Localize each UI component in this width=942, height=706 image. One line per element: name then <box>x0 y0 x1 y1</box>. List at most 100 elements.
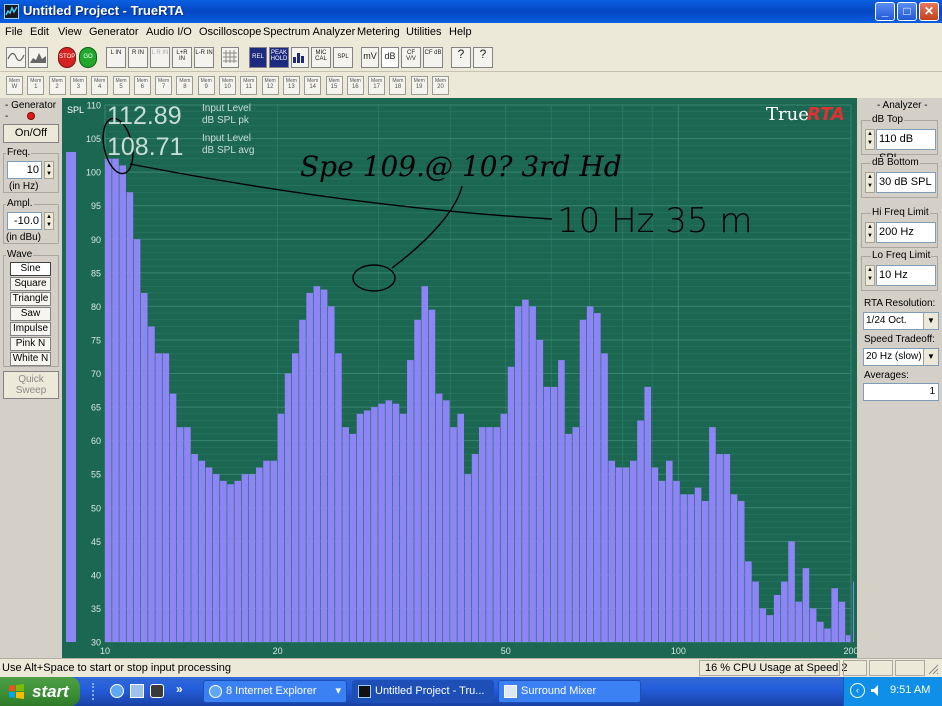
chevron-left-icon[interactable]: ‹ <box>850 683 865 698</box>
memory-button-18[interactable]: Mem 18 <box>389 76 407 95</box>
ampl-spinner[interactable]: ▲ ▼ <box>44 212 54 230</box>
spectrum-chart[interactable]: 30 35 40 45 50 55 60 65 70 75 80 85 90 95 100 105 110 10… <box>62 98 857 658</box>
wave-impulse-button[interactable]: Impulse <box>10 322 51 336</box>
db-top-input[interactable]: 110 dB SPL <box>876 129 936 164</box>
grid-button[interactable] <box>221 47 239 68</box>
title-bar[interactable]: Untitled Project - TrueRTA _ □ ✕ <box>0 0 942 23</box>
task-internet-explorer[interactable]: 8 Internet Explorer ▾ <box>203 680 347 703</box>
menu-help[interactable]: Help <box>449 26 472 38</box>
freq-spinner[interactable]: ▲ ▼ <box>44 161 54 179</box>
cf-db-button[interactable]: CF dB <box>423 47 443 68</box>
mv-units-button[interactable]: mV <box>361 47 379 68</box>
generator-on-off-button[interactable]: On/Off <box>3 124 59 143</box>
go-button[interactable]: GO <box>79 47 97 68</box>
menu-metering[interactable]: Metering <box>357 26 400 38</box>
wave-sine-button[interactable]: Sine <box>10 262 51 276</box>
task-truerta[interactable]: Untitled Project - Tru... <box>352 680 494 703</box>
resize-grip-icon[interactable] <box>928 664 939 675</box>
spectrum-view-button[interactable] <box>28 47 48 68</box>
start-button[interactable]: start <box>0 677 80 706</box>
task-surround-mixer[interactable]: Surround Mixer <box>498 680 641 703</box>
memory-button-2[interactable]: Mem 2 <box>48 76 66 95</box>
ie-quicklaunch-icon[interactable] <box>110 684 124 698</box>
memory-button-9[interactable]: Mem 9 <box>197 76 215 95</box>
cf-vv-button[interactable]: CF V/V <box>401 47 421 68</box>
memory-button-16[interactable]: Mem 16 <box>346 76 364 95</box>
menu-spectrum-analyzer[interactable]: Spectrum Analyzer <box>263 26 355 38</box>
lo-freq-input[interactable]: 10 Hz <box>876 265 936 286</box>
db-bottom-spinner[interactable]: ▲ ▼ <box>865 172 875 193</box>
lo-freq-spinner[interactable]: ▲ ▼ <box>865 265 875 286</box>
memory-button-20[interactable]: Mem 20 <box>432 76 449 95</box>
desktop-quicklaunch-icon[interactable] <box>130 684 144 698</box>
ampl-input[interactable]: -10.0 <box>7 212 42 230</box>
memory-button-12[interactable]: Mem 12 <box>261 76 279 95</box>
freq-input[interactable]: 10 <box>7 161 42 179</box>
quick-sweep-button[interactable]: Quick Sweep <box>3 371 59 399</box>
left-input-button[interactable]: L IN <box>106 47 126 68</box>
relative-button[interactable]: REL <box>249 47 267 68</box>
l-plus-r-input-button[interactable]: L+R IN <box>172 47 192 68</box>
memory-button-1[interactable]: Mem 1 <box>27 76 45 95</box>
wave-square-button[interactable]: Square <box>10 277 51 291</box>
memory-button-13[interactable]: Mem 13 <box>282 76 300 95</box>
db-top-spinner[interactable]: ▲ ▼ <box>865 129 875 150</box>
spectrum-bar-83 <box>694 487 702 642</box>
media-quicklaunch-icon[interactable] <box>150 684 164 698</box>
db-units-button[interactable]: dB <box>381 47 399 68</box>
averages-input[interactable]: 1 <box>863 383 939 401</box>
wave-pink-noise-button[interactable]: Pink N <box>10 337 51 351</box>
lr-input-button[interactable]: L R IN <box>150 47 170 68</box>
memory-button-7[interactable]: Mem 7 <box>155 76 173 95</box>
rta-resolution-select[interactable]: 1/24 Oct. ▼ <box>863 312 939 330</box>
maximize-button[interactable]: □ <box>897 2 917 21</box>
minimize-button[interactable]: _ <box>875 2 895 21</box>
memory-button-3[interactable]: Mem 3 <box>69 76 87 95</box>
mic-cal-button[interactable]: MIC CAL <box>311 47 331 68</box>
spl-button[interactable]: SPL <box>333 47 353 68</box>
stop-button[interactable]: STOP <box>58 47 76 68</box>
spectrum-bar-33 <box>335 353 342 642</box>
hi-freq-spinner[interactable]: ▲ ▼ <box>865 222 875 243</box>
memory-button-number: 18 <box>394 84 402 90</box>
memory-button-4[interactable]: Mem 4 <box>91 76 109 95</box>
spectrum-bar-85 <box>709 427 716 642</box>
chevron-down-icon[interactable]: ▼ <box>923 349 938 365</box>
hi-freq-input[interactable]: 200 Hz <box>876 222 936 243</box>
spectrum-bar-90 <box>745 561 752 642</box>
chevron-down-icon[interactable]: ▼ <box>923 313 938 329</box>
right-input-button[interactable]: R IN <box>128 47 148 68</box>
memory-button-11[interactable]: Mem 11 <box>240 76 258 95</box>
truerta-app-icon[interactable] <box>4 4 19 19</box>
wave-triangle-button[interactable]: Triangle <box>10 292 51 306</box>
menu-oscilloscope[interactable]: Oscilloscope <box>199 26 261 38</box>
menu-utilities[interactable]: Utilities <box>406 26 441 38</box>
menu-generator[interactable]: Generator <box>89 26 139 38</box>
menu-audio-io[interactable]: Audio I/O <box>146 26 192 38</box>
wave-saw-button[interactable]: Saw <box>10 307 51 321</box>
menu-edit[interactable]: Edit <box>30 26 49 38</box>
memory-button-14[interactable]: Mem 14 <box>304 76 322 95</box>
menu-file[interactable]: File <box>5 26 23 38</box>
bar-mode-button[interactable] <box>291 47 309 68</box>
oscilloscope-view-button[interactable] <box>6 47 26 68</box>
memory-button-10[interactable]: Mem 10 <box>219 76 236 95</box>
menu-view[interactable]: View <box>58 26 82 38</box>
memory-button-15[interactable]: Mem 15 <box>325 76 343 95</box>
help-button[interactable]: ? <box>451 47 471 68</box>
memory-button-5[interactable]: Mem 5 <box>112 76 130 95</box>
peak-hold-button[interactable]: PEAK HOLD <box>269 47 289 68</box>
context-help-button[interactable]: ? <box>473 47 493 68</box>
memory-button-8[interactable]: Mem 8 <box>176 76 194 95</box>
l-minus-r-input-button[interactable]: L-R IN <box>194 47 214 68</box>
memory-button-W[interactable]: Mem W <box>6 76 23 95</box>
memory-button-6[interactable]: Mem 6 <box>133 76 151 95</box>
speaker-icon[interactable] <box>870 684 882 697</box>
wave-white-noise-button[interactable]: White N <box>10 352 51 366</box>
memory-button-19[interactable]: Mem 19 <box>410 76 428 95</box>
memory-button-17[interactable]: Mem 17 <box>368 76 386 95</box>
speed-tradeoff-select[interactable]: 20 Hz (slow) ▼ <box>863 348 939 366</box>
db-bottom-input[interactable]: 30 dB SPL <box>876 172 936 193</box>
close-button[interactable]: ✕ <box>919 2 939 21</box>
chevron-right-icon[interactable]: » <box>176 682 183 696</box>
